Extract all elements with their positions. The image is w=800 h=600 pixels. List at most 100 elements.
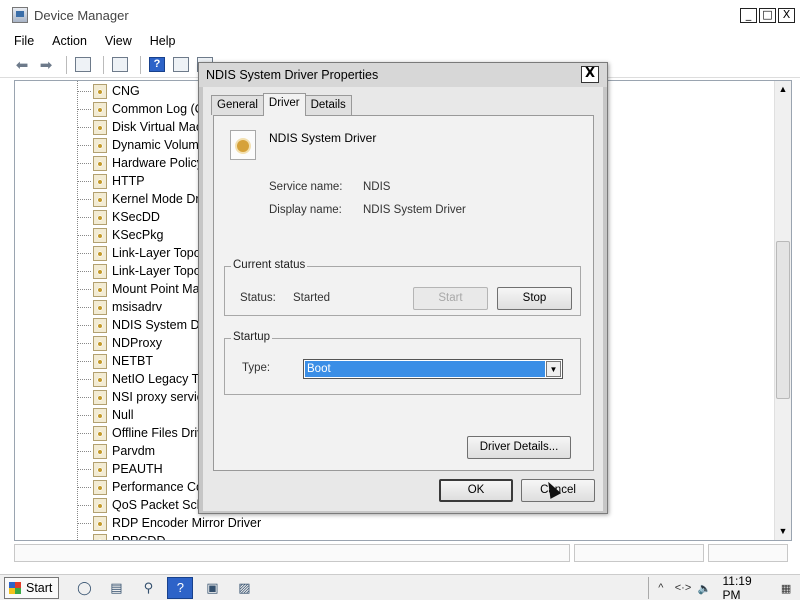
start-label: Start	[26, 580, 53, 595]
driver-icon	[93, 353, 107, 369]
tree-connector	[77, 288, 91, 290]
tree-item[interactable]: Offline Files Drive	[77, 424, 210, 442]
clock[interactable]: 11:19 PM	[723, 574, 773, 600]
tree-connector	[77, 360, 91, 362]
driver-icon	[93, 281, 107, 297]
tree-item[interactable]: RDP Encoder Mirror Driver	[77, 514, 261, 532]
tree-item[interactable]: Kernel Mode Driv	[77, 190, 209, 208]
tree-connector	[77, 486, 91, 488]
scroll-up-arrow-icon[interactable]: ▲	[775, 81, 791, 98]
help-task-icon[interactable]: ?	[167, 576, 194, 599]
tree-item-label: CNG	[112, 84, 140, 98]
back-arrow-icon[interactable]: ⬅	[12, 55, 32, 75]
help-icon[interactable]: ?	[147, 55, 167, 75]
tree-item-label: NSI proxy service	[112, 390, 210, 404]
tree-item[interactable]: HTTP	[77, 172, 145, 190]
tree-item[interactable]: CNG	[77, 82, 140, 100]
driver-icon	[93, 407, 107, 423]
tree-item-label: KSecDD	[112, 210, 160, 224]
startup-type-select[interactable]: Boot ▼	[303, 359, 563, 379]
menu-file[interactable]: File	[14, 34, 34, 48]
menu-view[interactable]: View	[105, 34, 132, 48]
forward-arrow-icon[interactable]: ➡	[36, 55, 56, 75]
tree-item[interactable]: Null	[77, 406, 134, 424]
tree-item[interactable]: Disk Virtual Machi	[77, 118, 212, 136]
maximize-button[interactable]: □	[759, 8, 776, 23]
driver-icon	[93, 299, 107, 315]
driver-icon	[93, 317, 107, 333]
tree-item[interactable]: Link-Layer Topolo	[77, 244, 210, 262]
tree-view-icon[interactable]	[73, 55, 93, 75]
tree-item[interactable]: NSI proxy service	[77, 388, 210, 406]
driver-icon	[93, 461, 107, 477]
driver-icon	[93, 479, 107, 495]
driver-icon	[93, 371, 107, 387]
monitor-icon[interactable]: ▦	[778, 582, 794, 595]
driver-icon	[93, 173, 107, 189]
minimize-button[interactable]: _	[740, 8, 757, 23]
tab-general[interactable]: General	[211, 95, 264, 115]
driver-icon	[93, 245, 107, 261]
current-status-legend: Current status	[231, 259, 308, 271]
tree-connector	[77, 216, 91, 218]
tree-item[interactable]: Dynamic Volume I	[77, 136, 213, 154]
tree-item[interactable]: QoS Packet Sched	[77, 496, 218, 514]
tree-connector	[77, 342, 91, 344]
tree-connector	[77, 108, 91, 110]
tree-item[interactable]: msisadrv	[77, 298, 162, 316]
search-icon[interactable]: ⚲	[135, 577, 161, 599]
tree-item[interactable]: Link-Layer Topolo	[77, 262, 210, 280]
tree-item[interactable]: KSecDD	[77, 208, 160, 226]
tree-item[interactable]: PEAUTH	[77, 460, 163, 478]
driver-details-button[interactable]: Driver Details...	[467, 436, 571, 459]
tree-connector	[77, 468, 91, 470]
device-manager-task-icon[interactable]: ▣	[199, 577, 225, 599]
tree-connector	[77, 541, 91, 542]
tree-item[interactable]: Parvdm	[77, 442, 155, 460]
tree-connector	[77, 180, 91, 182]
properties-icon[interactable]	[110, 55, 130, 75]
scroll-thumb[interactable]	[776, 241, 790, 399]
menu-help[interactable]: Help	[150, 34, 176, 48]
tab-details[interactable]: Details	[304, 95, 352, 115]
dialog-titlebar[interactable]: NDIS System Driver Properties X	[199, 63, 607, 87]
tree-connector	[77, 432, 91, 434]
start-button[interactable]: Start	[4, 576, 60, 599]
show-hidden-icons-icon[interactable]: ^	[653, 582, 669, 594]
close-button[interactable]: X	[778, 8, 795, 23]
tree-item[interactable]: NETBT	[77, 352, 153, 370]
dialog-close-button[interactable]: X	[581, 66, 599, 83]
tree-item-label: RDP Encoder Mirror Driver	[112, 516, 262, 530]
network-icon[interactable]: <·>	[675, 582, 692, 594]
start-button[interactable]: Start	[413, 287, 488, 310]
driver-icon	[93, 335, 107, 351]
tree-item[interactable]: Hardware Policy D	[77, 154, 216, 172]
menu-bar: File Action View Help	[0, 30, 800, 52]
tree-item[interactable]: RDPCDD	[77, 532, 165, 542]
window-controls: _ □ X	[740, 8, 795, 23]
tree-vertical-scrollbar[interactable]: ▲ ▼	[774, 81, 791, 540]
tree-item[interactable]: Performance Cou	[77, 478, 210, 496]
tree-item-label: Performance Cou	[112, 480, 210, 494]
computer-task-icon[interactable]: ▨	[231, 577, 257, 599]
menu-action[interactable]: Action	[52, 34, 87, 48]
tree-item[interactable]: NetIO Legacy TDI	[77, 370, 212, 388]
folder-icon[interactable]: ▤	[103, 577, 129, 599]
driver-icon	[93, 515, 107, 531]
service-name-label: Service name:	[269, 181, 343, 193]
ok-button[interactable]: OK	[439, 479, 513, 502]
scroll-down-arrow-icon[interactable]: ▼	[775, 523, 791, 540]
tab-driver[interactable]: Driver	[262, 93, 306, 116]
volume-icon[interactable]: 🔈	[697, 582, 713, 595]
tree-item[interactable]: NDIS System Driv	[77, 316, 213, 334]
tree-item-label: Null	[112, 408, 134, 422]
tree-item[interactable]: Mount Point Mana	[77, 280, 213, 298]
browser-icon[interactable]: ◯	[71, 577, 97, 599]
tree-item-label: NETBT	[112, 354, 153, 368]
chevron-down-icon[interactable]: ▼	[546, 361, 561, 377]
stop-button[interactable]: Stop	[497, 287, 572, 310]
tree-item[interactable]: NDProxy	[77, 334, 162, 352]
tree-item[interactable]: KSecPkg	[77, 226, 163, 244]
console-icon[interactable]	[171, 55, 191, 75]
window-title: Device Manager	[34, 7, 129, 23]
